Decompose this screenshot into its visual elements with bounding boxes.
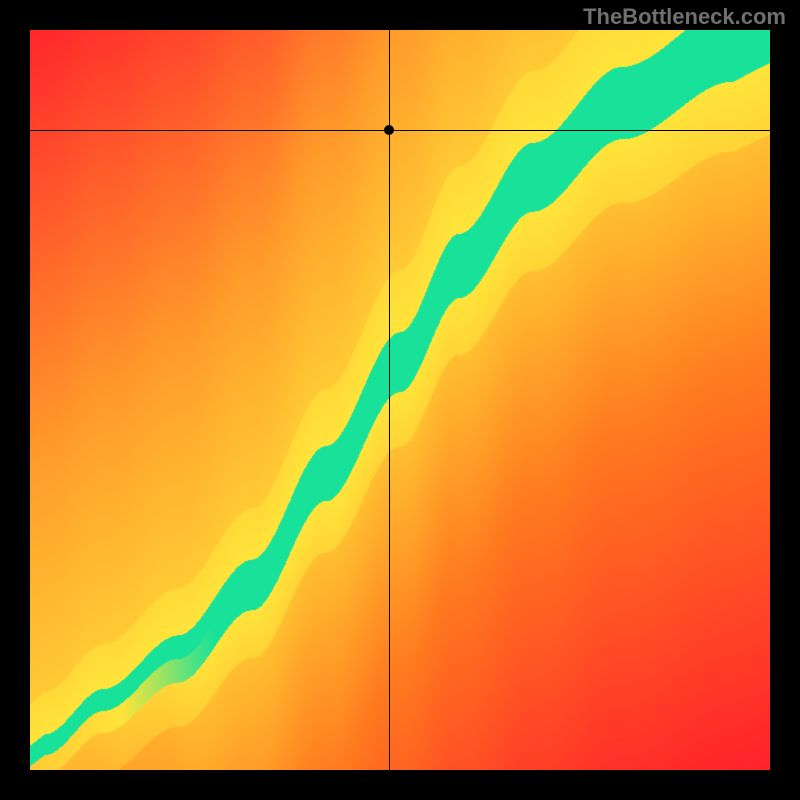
watermark-text: TheBottleneck.com (583, 4, 786, 30)
bottleneck-heatmap (30, 30, 770, 770)
heatmap-canvas (30, 30, 770, 770)
